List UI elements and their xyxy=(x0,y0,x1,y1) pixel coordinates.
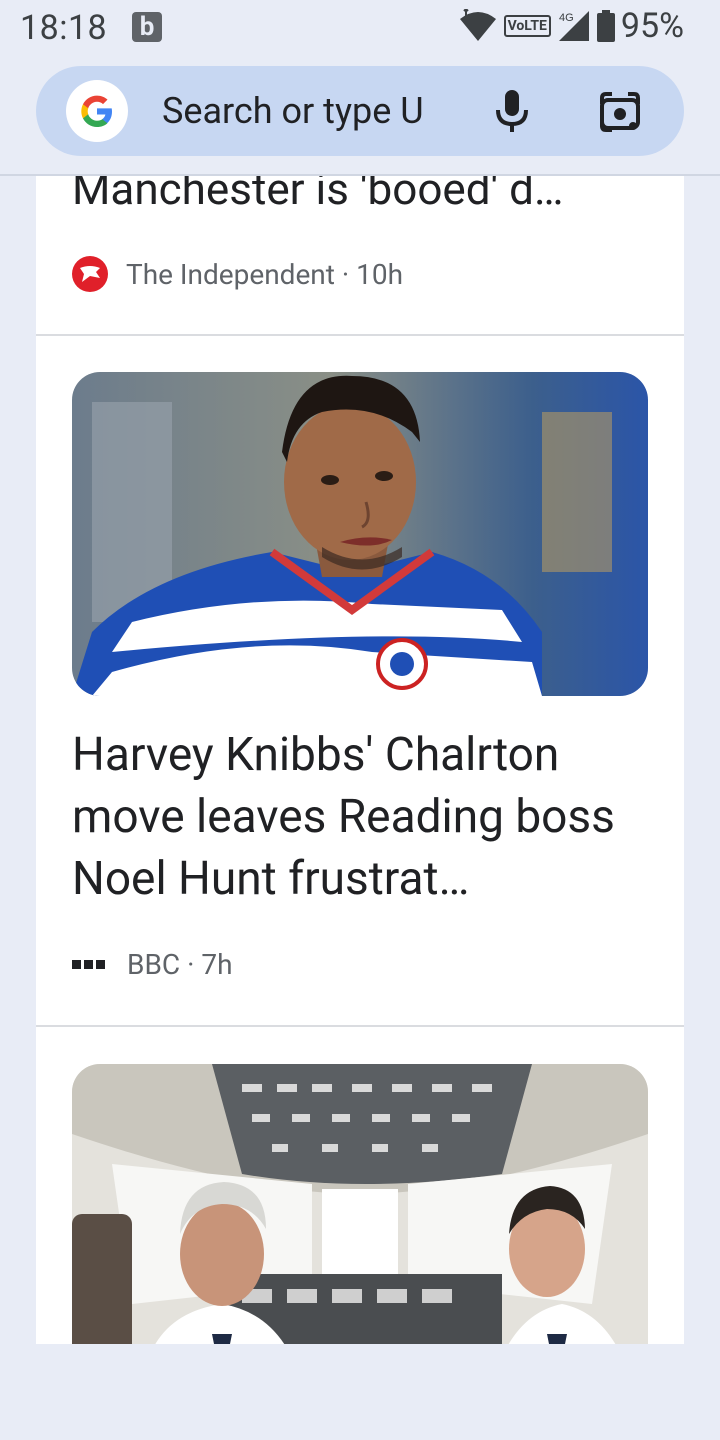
battery-percent: 95% xyxy=(620,6,684,46)
volte-badge: VoLTE xyxy=(503,15,551,37)
battery-icon xyxy=(596,10,615,42)
news-age: 7h xyxy=(201,948,233,981)
signal-4g-label: 4G xyxy=(559,12,574,24)
mic-icon[interactable] xyxy=(492,88,532,134)
news-source-dot: · xyxy=(334,257,357,291)
news-source-row: The Independent · 10h xyxy=(72,256,403,292)
notification-b-icon: b xyxy=(132,12,162,42)
google-logo-icon[interactable] xyxy=(66,80,128,142)
news-source-name: The Independent xyxy=(126,257,335,291)
wifi-icon xyxy=(459,9,496,41)
news-source-row: BBC · 7h xyxy=(72,948,233,981)
lens-icon[interactable] xyxy=(598,90,642,134)
cockpit-pilots-photo[interactable] xyxy=(72,1064,648,1344)
status-indicators: VoLTE 4G 95% xyxy=(458,6,684,46)
independent-eagle-icon xyxy=(72,256,108,292)
signal-icon: 4G xyxy=(558,11,589,41)
news-source-name: BBC xyxy=(127,948,181,981)
news-card[interactable]: Manchester is 'booed' d… The Independent… xyxy=(36,176,684,334)
card-divider xyxy=(36,334,684,336)
news-source-dot: · xyxy=(180,948,202,981)
search-input[interactable]: Search or type U xyxy=(162,90,424,132)
footballer-photo[interactable] xyxy=(72,372,648,696)
card-divider xyxy=(36,1025,684,1027)
bbc-logo-icon xyxy=(72,960,105,969)
news-headline[interactable]: Manchester is 'booed' d… xyxy=(72,176,563,216)
status-time: 18:18 xyxy=(20,8,108,48)
search-bar[interactable]: Search or type U xyxy=(36,66,684,156)
news-feed[interactable]: Manchester is 'booed' d… The Independent… xyxy=(36,176,684,1344)
status-bar: 18:18 b VoLTE 4G 95% xyxy=(0,0,720,56)
news-age: 10h xyxy=(356,257,404,291)
news-headline[interactable]: Harvey Knibbs' Chalrton move leaves Read… xyxy=(72,724,652,910)
